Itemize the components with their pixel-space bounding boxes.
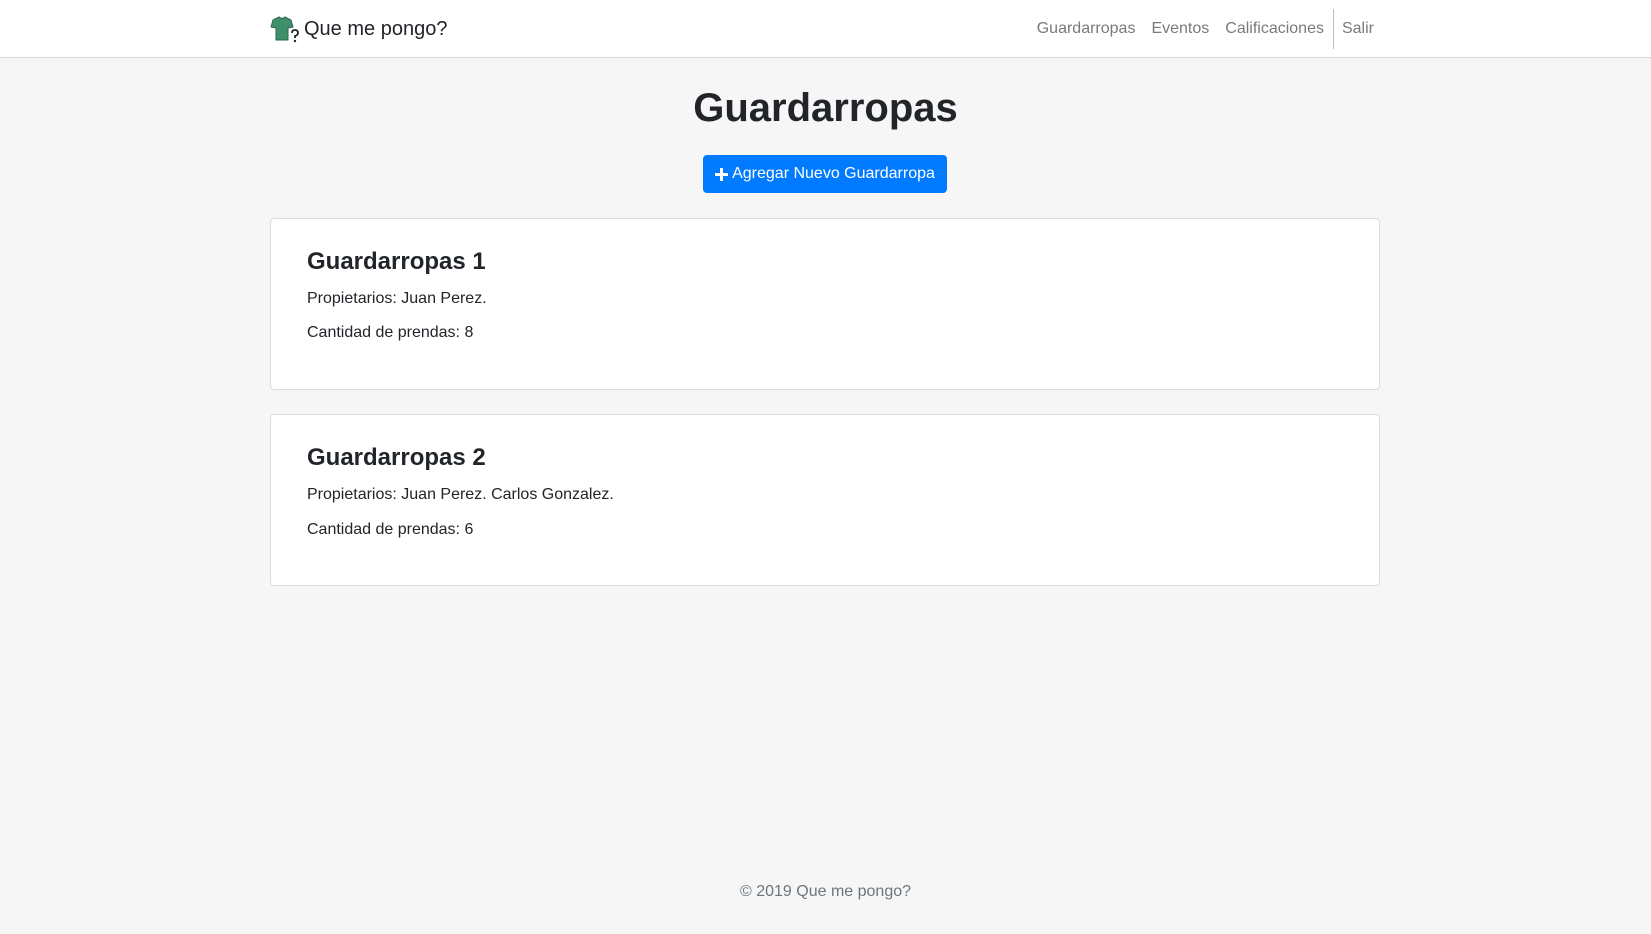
wardrobe-item-count: Cantidad de prendas: 6	[307, 521, 474, 538]
nav-link-calificaciones[interactable]: Calificaciones	[1217, 9, 1332, 49]
nav-link-eventos[interactable]: Eventos	[1143, 9, 1217, 49]
brand-name: Que me pongo?	[304, 18, 448, 40]
wardrobe-card[interactable]: Guardarropas 1 Propietarios: Juan Perez.…	[270, 218, 1380, 390]
add-wardrobe-label: Agregar Nuevo Guardarropa	[732, 165, 935, 182]
nav-link-salir[interactable]: Salir	[1334, 9, 1374, 49]
brand-link[interactable]: Que me pongo?	[268, 14, 447, 44]
page-title: Guardarropas	[693, 86, 958, 130]
wardrobe-title: Guardarropas 2	[307, 444, 486, 471]
wardrobe-title: Guardarropas 1	[307, 248, 486, 275]
wardrobe-card[interactable]: Guardarropas 2 Propietarios: Juan Perez.…	[270, 414, 1380, 586]
wardrobe-item-count: Cantidad de prendas: 8	[307, 324, 474, 341]
top-navbar: Que me pongo? Guardarropas Eventos Calif…	[0, 0, 1651, 58]
footer-copyright: © 2019 Que me pongo?	[739, 883, 912, 900]
wardrobe-owners: Propietarios: Juan Perez.	[307, 290, 487, 307]
plus-icon	[715, 167, 729, 181]
nav-link-guardarropas[interactable]: Guardarropas	[1029, 9, 1144, 49]
nav-menu: Guardarropas Eventos Calificaciones Sali…	[1029, 9, 1374, 49]
add-wardrobe-button[interactable]: Agregar Nuevo Guardarropa	[703, 155, 947, 193]
wardrobe-owners: Propietarios: Juan Perez. Carlos Gonzale…	[307, 486, 614, 503]
footer: © 2019 Que me pongo?	[0, 880, 1651, 904]
shirt-question-icon	[268, 15, 299, 43]
